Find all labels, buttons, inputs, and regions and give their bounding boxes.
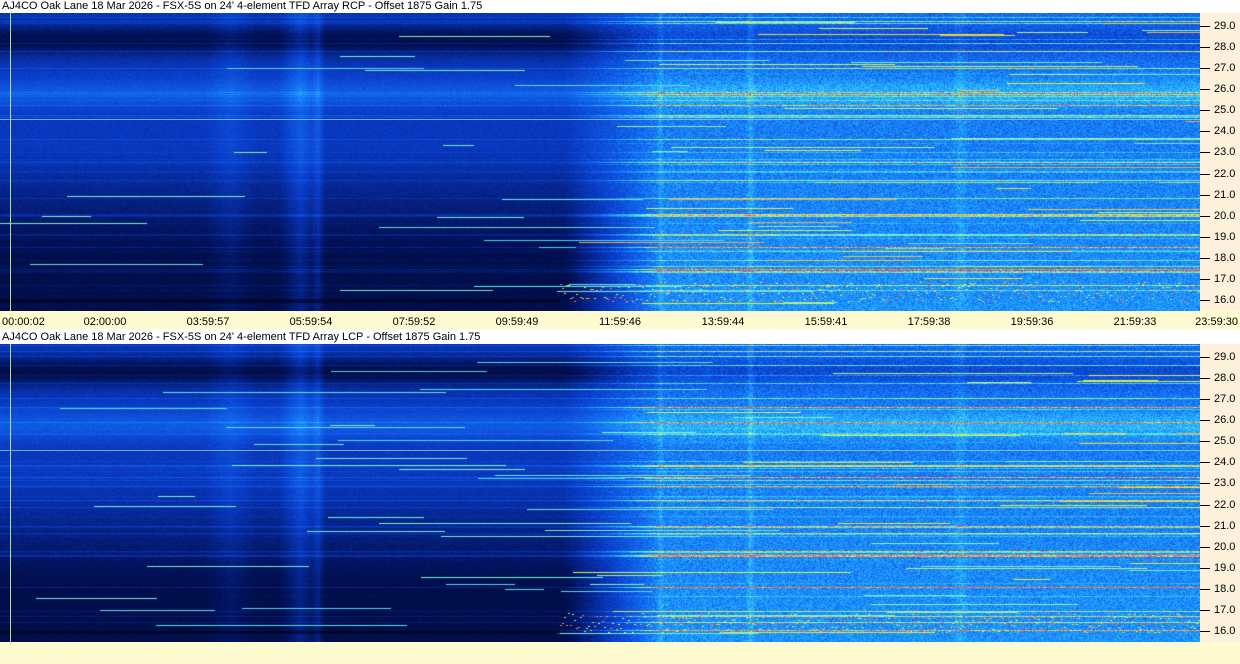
time-tick-label: 03:59:57 — [187, 316, 230, 328]
frequency-marker-line — [0, 119, 1200, 120]
freq-tick-label: 29.0 — [1214, 20, 1235, 32]
freq-tick — [1200, 279, 1210, 280]
freq-tick-label: 27.0 — [1214, 393, 1235, 405]
rcp-title: AJ4CO Oak Lane 18 Mar 2026 - FSX-5S on 2… — [2, 0, 482, 13]
freq-tick-label: 29.0 — [1214, 351, 1235, 363]
freq-tick — [1200, 568, 1210, 569]
freq-tick — [1200, 174, 1210, 175]
freq-tick-label: 23.0 — [1214, 146, 1235, 158]
freq-tick — [1200, 131, 1210, 132]
rcp-spectrogram-plot[interactable] — [0, 13, 1200, 311]
freq-tick — [1200, 420, 1210, 421]
freq-tick — [1200, 195, 1210, 196]
frequency-marker-line — [0, 450, 1200, 451]
freq-tick-label: 19.0 — [1214, 231, 1235, 243]
freq-tick — [1200, 26, 1210, 27]
time-tick-label: 13:59:44 — [702, 316, 745, 328]
freq-tick-label: 21.0 — [1214, 189, 1235, 201]
time-tick-label: 07:59:52 — [393, 316, 436, 328]
lcp-spectrogram-panel: AJ4CO Oak Lane 18 Mar 2026 - FSX-5S on 2… — [0, 331, 1240, 664]
rcp-spectrogram-panel: AJ4CO Oak Lane 18 Mar 2026 - FSX-5S on 2… — [0, 0, 1240, 330]
freq-tick — [1200, 110, 1210, 111]
freq-tick — [1200, 152, 1210, 153]
freq-tick — [1200, 216, 1210, 217]
freq-tick — [1200, 631, 1210, 632]
time-tick-label: 02:00:00 — [84, 316, 127, 328]
lcp-frequency-axis — [1200, 344, 1240, 642]
freq-tick — [1200, 462, 1210, 463]
freq-tick-label: 23.0 — [1214, 477, 1235, 489]
freq-tick-label: 28.0 — [1214, 41, 1235, 53]
lcp-spectrogram-plot[interactable] — [0, 344, 1200, 642]
time-tick-label: 09:59:49 — [496, 316, 539, 328]
freq-tick-label: 18.0 — [1214, 583, 1235, 595]
freq-tick-label: 16.0 — [1214, 294, 1235, 306]
freq-tick-label: 24.0 — [1214, 456, 1235, 468]
freq-tick-label: 25.0 — [1214, 435, 1235, 447]
time-tick-label: 00:00:02 — [2, 316, 45, 328]
freq-tick — [1200, 526, 1210, 527]
freq-tick-label: 28.0 — [1214, 372, 1235, 384]
freq-tick-label: 25.0 — [1214, 104, 1235, 116]
freq-tick — [1200, 505, 1210, 506]
freq-tick — [1200, 610, 1210, 611]
time-tick-label: 21:59:33 — [1114, 316, 1157, 328]
freq-tick-label: 22.0 — [1214, 168, 1235, 180]
freq-tick-label: 20.0 — [1214, 210, 1235, 222]
freq-tick — [1200, 68, 1210, 69]
freq-tick-label: 17.0 — [1214, 604, 1235, 616]
freq-tick-label: 18.0 — [1214, 252, 1235, 264]
freq-tick-label: 16.0 — [1214, 625, 1235, 637]
freq-tick-label: 26.0 — [1214, 83, 1235, 95]
freq-tick-label: 19.0 — [1214, 562, 1235, 574]
time-tick-label: 23:59:30 — [1195, 316, 1238, 328]
freq-tick — [1200, 300, 1210, 301]
freq-tick-label: 17.0 — [1214, 273, 1235, 285]
time-cursor-line[interactable] — [10, 13, 11, 311]
freq-tick — [1200, 89, 1210, 90]
freq-tick — [1200, 357, 1210, 358]
freq-tick-label: 27.0 — [1214, 62, 1235, 74]
freq-tick-label: 20.0 — [1214, 541, 1235, 553]
freq-tick-label: 24.0 — [1214, 125, 1235, 137]
time-tick-label: 17:59:38 — [908, 316, 951, 328]
freq-tick — [1200, 258, 1210, 259]
lcp-title: AJ4CO Oak Lane 18 Mar 2026 - FSX-5S on 2… — [2, 331, 480, 344]
time-tick-label: 19:59:36 — [1011, 316, 1054, 328]
rcp-frequency-axis — [1200, 13, 1240, 311]
freq-tick — [1200, 378, 1210, 379]
freq-tick — [1200, 237, 1210, 238]
freq-tick-label: 21.0 — [1214, 520, 1235, 532]
freq-tick-label: 26.0 — [1214, 414, 1235, 426]
freq-tick — [1200, 547, 1210, 548]
freq-tick — [1200, 399, 1210, 400]
lcp-time-strip — [0, 642, 1240, 664]
freq-tick — [1200, 483, 1210, 484]
time-tick-label: 15:59:41 — [805, 316, 848, 328]
freq-tick — [1200, 47, 1210, 48]
freq-tick — [1200, 441, 1210, 442]
time-tick-label: 11:59:46 — [599, 316, 641, 328]
freq-tick — [1200, 589, 1210, 590]
time-cursor-line[interactable] — [10, 344, 11, 642]
freq-tick-label: 22.0 — [1214, 499, 1235, 511]
time-tick-label: 05:59:54 — [290, 316, 333, 328]
